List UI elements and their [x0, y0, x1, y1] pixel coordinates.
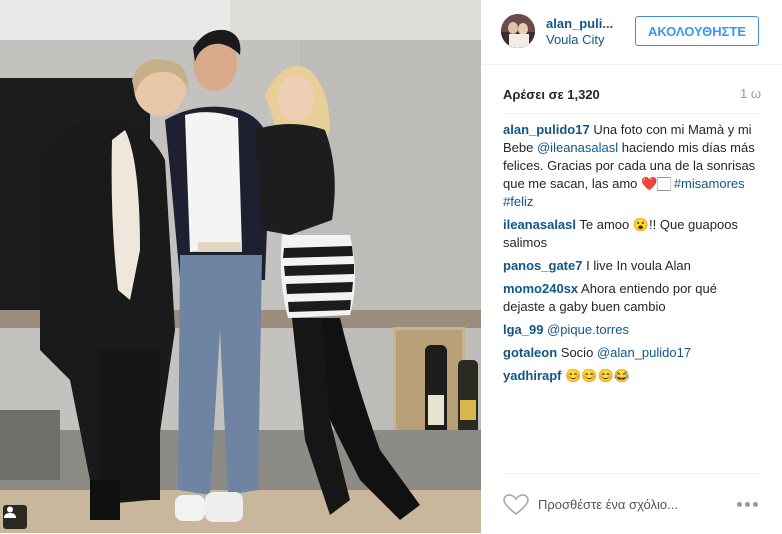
divider [503, 113, 761, 114]
comment-item: momo240sx Ahora entiendo por qué dejaste… [503, 280, 761, 316]
post-footer: Προσθέστε ένα σχόλιο... [503, 473, 761, 534]
comment-item: yadhirapf 😊😊😊😂 [503, 367, 761, 385]
comment-link[interactable]: @alan_pulido17 [597, 345, 691, 360]
likes-count[interactable]: Αρέσει σε 1,320 [503, 87, 600, 102]
comment-link[interactable]: @ileanasalasl [537, 140, 618, 155]
comment-item: panos_gate7 I live In voula Alan [503, 257, 761, 275]
post-header: alan_puli... Voula City ΑΚΟΛΟΥΘΗΣΤΕ [481, 0, 782, 65]
post-photo[interactable] [0, 0, 481, 533]
comment-username[interactable]: alan_pulido17 [503, 122, 590, 137]
comment-link[interactable]: #misamores [674, 176, 745, 191]
comment-username[interactable]: momo240sx [503, 281, 578, 296]
post-username[interactable]: alan_puli... [546, 16, 613, 31]
comment-text: 😊😊😊😂 [561, 368, 630, 383]
comment-username[interactable]: panos_gate7 [503, 258, 582, 273]
dot [753, 501, 758, 507]
avatar[interactable] [501, 14, 535, 48]
person-glyph [4, 506, 16, 518]
avatar-image [501, 14, 535, 48]
comment-username[interactable]: lga_99 [503, 322, 543, 337]
comment-item: ileanasalasl Te amoo 😮!! Que guapoos sal… [503, 216, 761, 252]
user-tag-icon[interactable] [3, 505, 27, 529]
comment-input[interactable]: Προσθέστε ένα σχόλιο... [538, 497, 678, 512]
more-options-icon[interactable] [737, 499, 761, 509]
dot [737, 501, 742, 507]
comment-text: Socio [557, 345, 597, 360]
comment-username[interactable]: ileanasalasl [503, 217, 576, 232]
comment-username[interactable]: gotaleon [503, 345, 557, 360]
comment-item: lga_99 @pique.torres [503, 321, 761, 339]
follow-button[interactable]: ΑΚΟΛΟΥΘΗΣΤΕ [635, 16, 759, 46]
post-side-panel: alan_puli... Voula City ΑΚΟΛΟΥΘΗΣΤΕ Αρέσ… [481, 0, 782, 533]
comment-item: gotaleon Socio @alan_pulido17 [503, 344, 761, 362]
post-time[interactable]: 1 ω [740, 86, 761, 101]
likes-row: Αρέσει σε 1,320 1 ω [503, 86, 761, 102]
comment-username[interactable]: yadhirapf [503, 368, 562, 383]
comment-text: I live In voula Alan [582, 258, 691, 273]
heart-outline-icon[interactable] [503, 494, 529, 516]
comment-item: alan_pulido17 Una foto con mi Mamà y mi … [503, 121, 761, 211]
comment-link[interactable]: @pique.torres [547, 322, 629, 337]
comments-list: alan_pulido17 Una foto con mi Mamà y mi … [503, 121, 761, 390]
dot [745, 501, 750, 507]
comment-link[interactable]: #feliz [503, 194, 533, 209]
photo-illustration [0, 0, 481, 533]
post-location[interactable]: Voula City [546, 32, 605, 47]
